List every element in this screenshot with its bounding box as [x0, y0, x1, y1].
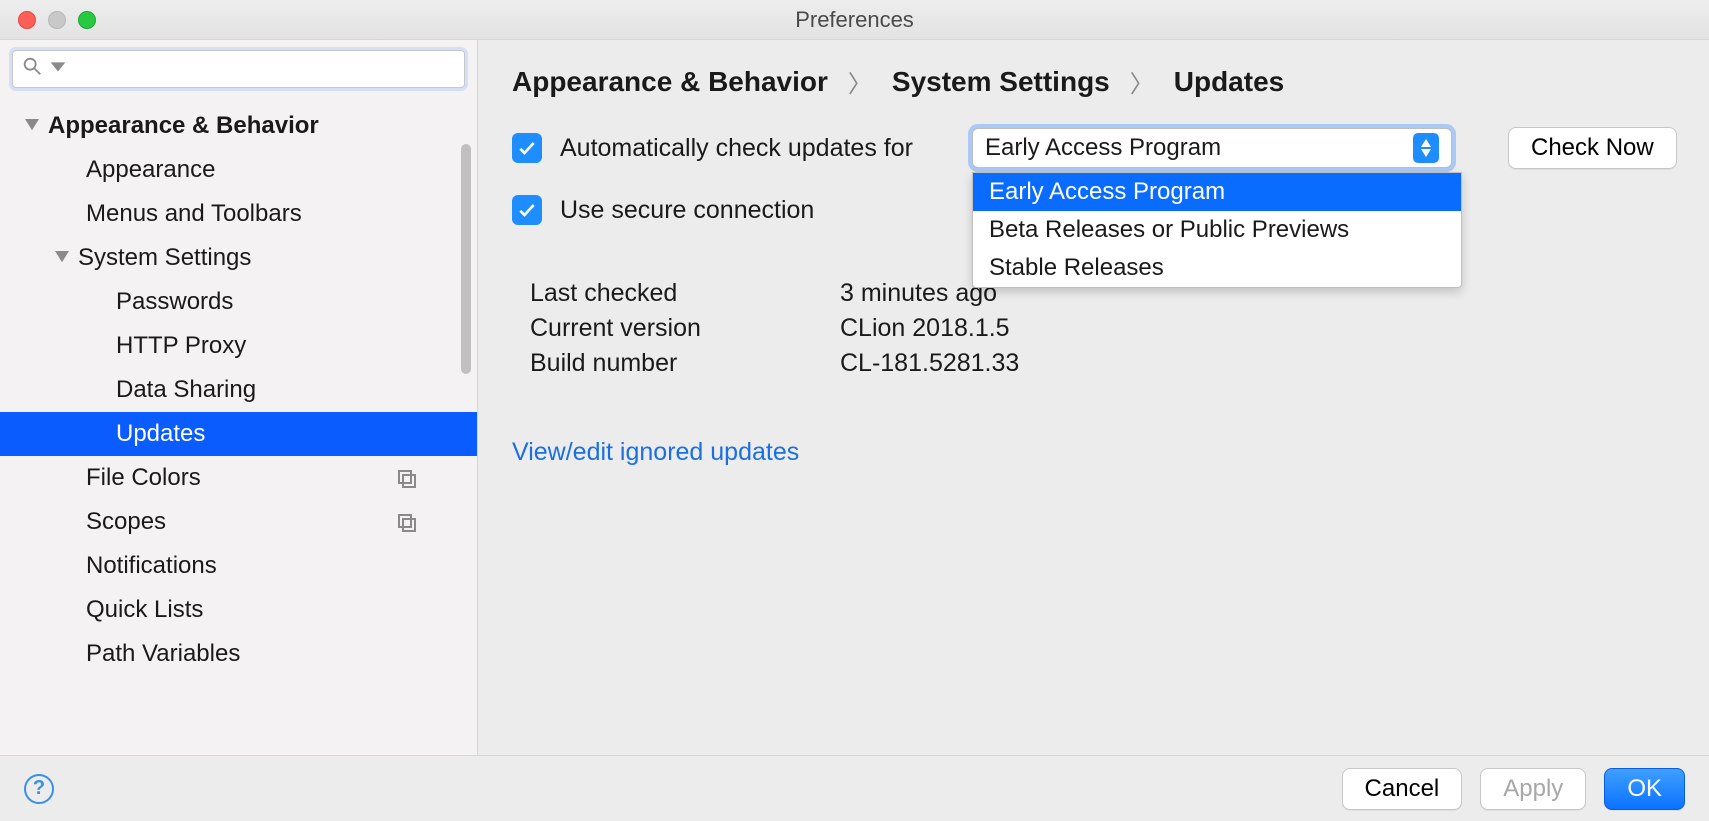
- chevron-down-icon: [52, 248, 72, 268]
- auto-check-label: Automatically check updates for: [560, 134, 913, 163]
- main-panel: Appearance & Behavior 〉 System Settings …: [478, 40, 1709, 755]
- update-channel-select[interactable]: Early Access Program: [972, 128, 1452, 168]
- info-block: Last checked 3 minutes ago Current versi…: [530, 279, 1679, 378]
- project-level-icon: [397, 468, 417, 488]
- info-build-number: Build number CL-181.5281.33: [530, 349, 1679, 378]
- chevron-down-icon: [22, 116, 42, 136]
- search-icon: [21, 55, 43, 84]
- sidebar-item-label: Appearance & Behavior: [48, 112, 319, 140]
- footer: ? Cancel Apply OK: [0, 755, 1709, 821]
- settings-tree[interactable]: Appearance & Behavior Appearance Menus a…: [0, 96, 477, 755]
- select-value: Early Access Program: [985, 134, 1221, 162]
- sidebar-item-appearance-behavior[interactable]: Appearance & Behavior: [0, 104, 477, 148]
- dropdown-option-beta[interactable]: Beta Releases or Public Previews: [973, 211, 1461, 249]
- sidebar-item-label: System Settings: [78, 244, 251, 272]
- sidebar: Appearance & Behavior Appearance Menus a…: [0, 40, 478, 755]
- project-level-icon: [397, 512, 417, 532]
- dropdown-option-stable[interactable]: Stable Releases: [973, 249, 1461, 287]
- sidebar-item-label: HTTP Proxy: [116, 332, 246, 360]
- ok-button[interactable]: OK: [1604, 768, 1685, 810]
- preferences-window: Preferences Appearance & Behavior: [0, 0, 1709, 821]
- breadcrumb-root[interactable]: Appearance & Behavior: [512, 66, 828, 98]
- sidebar-item-label: Path Variables: [86, 640, 240, 668]
- select-toggle-icon: [1413, 133, 1439, 163]
- sidebar-item-label: Scopes: [86, 508, 166, 536]
- sidebar-item-label: Passwords: [116, 288, 233, 316]
- secure-connection-checkbox[interactable]: [512, 195, 542, 225]
- auto-check-row: Automatically check updates for Early Ac…: [512, 127, 1679, 169]
- sidebar-item-label: Updates: [116, 420, 205, 448]
- sidebar-item-data-sharing[interactable]: Data Sharing: [0, 368, 477, 412]
- sidebar-item-file-colors[interactable]: File Colors: [0, 456, 477, 500]
- dropdown-option-eap[interactable]: Early Access Program: [973, 173, 1461, 211]
- info-key: Last checked: [530, 279, 840, 308]
- help-button[interactable]: ?: [24, 774, 54, 804]
- sidebar-item-notifications[interactable]: Notifications: [0, 544, 477, 588]
- sidebar-item-label: Quick Lists: [86, 596, 203, 624]
- search-field[interactable]: [12, 50, 465, 88]
- scrollbar-thumb[interactable]: [461, 144, 471, 374]
- update-channel-dropdown: Early Access Program Beta Releases or Pu…: [972, 172, 1462, 288]
- sidebar-item-label: File Colors: [86, 464, 201, 492]
- body: Appearance & Behavior Appearance Menus a…: [0, 40, 1709, 755]
- window-title: Preferences: [0, 7, 1709, 33]
- cancel-button[interactable]: Cancel: [1342, 768, 1463, 810]
- sidebar-item-scopes[interactable]: Scopes: [0, 500, 477, 544]
- ignored-updates-link[interactable]: View/edit ignored updates: [512, 438, 799, 467]
- search-wrap: [0, 40, 477, 96]
- breadcrumb: Appearance & Behavior 〉 System Settings …: [512, 64, 1679, 99]
- chevron-down-icon: [47, 55, 69, 84]
- info-value: CL-181.5281.33: [840, 349, 1019, 378]
- sidebar-item-updates[interactable]: Updates: [0, 412, 477, 456]
- chevron-right-icon: 〉: [848, 64, 872, 99]
- info-key: Build number: [530, 349, 840, 378]
- sidebar-item-label: Menus and Toolbars: [86, 200, 302, 228]
- secure-connection-label: Use secure connection: [560, 196, 814, 225]
- breadcrumb-page: Updates: [1174, 66, 1284, 98]
- info-current-version: Current version CLion 2018.1.5: [530, 314, 1679, 343]
- update-channel-select-wrap: Early Access Program Early Access Progra…: [972, 128, 1452, 168]
- info-key: Current version: [530, 314, 840, 343]
- titlebar: Preferences: [0, 0, 1709, 40]
- sidebar-item-appearance[interactable]: Appearance: [0, 148, 477, 192]
- sidebar-item-quick-lists[interactable]: Quick Lists: [0, 588, 477, 632]
- info-value: CLion 2018.1.5: [840, 314, 1010, 343]
- sidebar-item-system-settings[interactable]: System Settings: [0, 236, 477, 280]
- sidebar-item-http-proxy[interactable]: HTTP Proxy: [0, 324, 477, 368]
- sidebar-item-label: Appearance: [86, 156, 215, 184]
- sidebar-item-label: Data Sharing: [116, 376, 256, 404]
- sidebar-item-label: Notifications: [86, 552, 217, 580]
- breadcrumb-section[interactable]: System Settings: [892, 66, 1110, 98]
- sidebar-item-passwords[interactable]: Passwords: [0, 280, 477, 324]
- sidebar-item-path-variables[interactable]: Path Variables: [0, 632, 477, 676]
- sidebar-item-menus-toolbars[interactable]: Menus and Toolbars: [0, 192, 477, 236]
- chevron-right-icon: 〉: [1130, 64, 1154, 99]
- auto-check-checkbox[interactable]: [512, 133, 542, 163]
- search-input[interactable]: [73, 58, 456, 81]
- check-now-button[interactable]: Check Now: [1508, 127, 1677, 169]
- apply-button[interactable]: Apply: [1480, 768, 1586, 810]
